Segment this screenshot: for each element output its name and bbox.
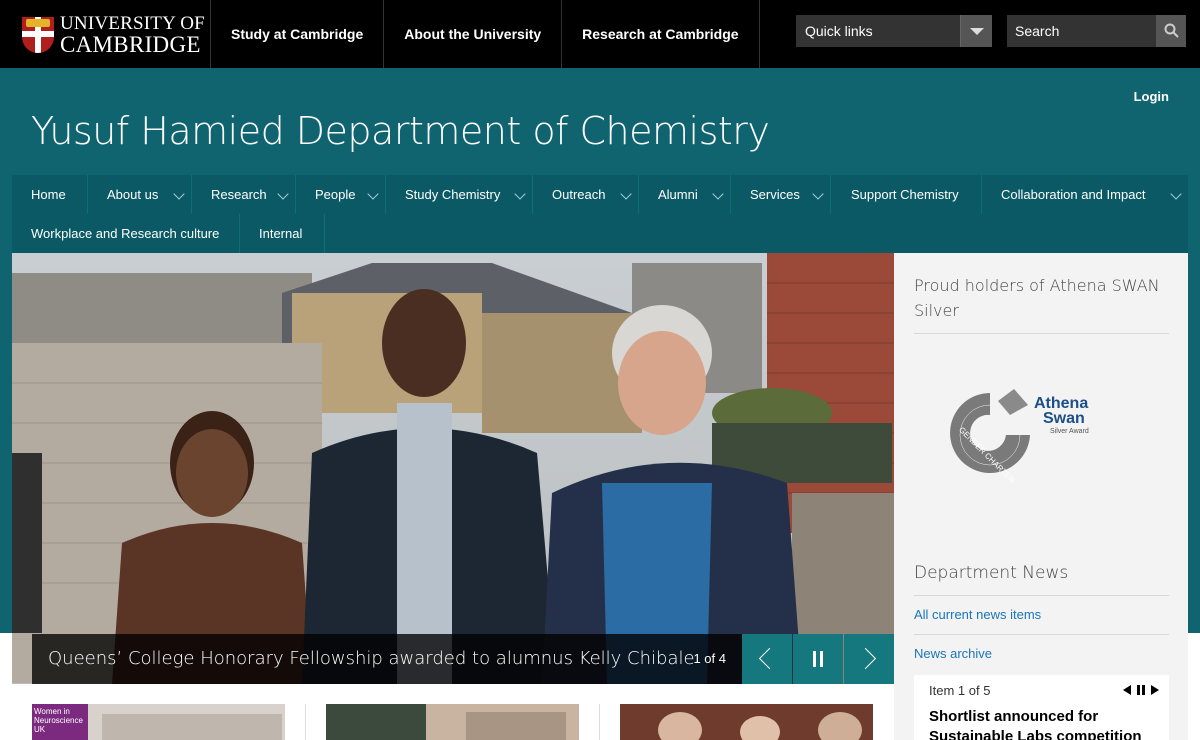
divider — [914, 634, 1169, 635]
quick-links-label: Quick links — [805, 23, 873, 39]
news-item-counter: Item 1 of 5 — [929, 683, 991, 698]
main-nav: Home About us Research People Study Chem… — [12, 175, 1188, 253]
swan-word: Swan — [1043, 410, 1085, 427]
department-news-heading: Department News — [914, 563, 1069, 583]
carousel-next-button[interactable] — [844, 634, 894, 684]
news-thumbnail[interactable] — [620, 704, 873, 740]
athena-swan-heading: Proud holders of Athena SWAN Silver — [914, 276, 1160, 320]
carousel-caption[interactable]: Queens’ College Honorary Fellowship awar… — [32, 634, 742, 684]
carousel-photo[interactable] — [12, 253, 894, 684]
top-nav-about[interactable]: About the University — [383, 0, 561, 68]
top-nav-study[interactable]: Study at Cambridge — [210, 0, 383, 68]
carousel-caption-text[interactable]: Queens’ College Honorary Fellowship awar… — [48, 648, 695, 669]
nav-research[interactable]: Research — [192, 175, 296, 214]
news-archive-link[interactable]: News archive — [914, 646, 992, 661]
nav-outreach[interactable]: Outreach — [533, 175, 639, 214]
search-input[interactable] — [1007, 15, 1157, 47]
carousel-counter: 1 of 4 — [693, 651, 726, 666]
carousel-pause-button[interactable] — [793, 634, 843, 684]
divider — [914, 595, 1169, 596]
nav-internal[interactable]: Internal — [240, 214, 325, 253]
news-ticker: Item 1 of 5 Shortlist announced for Sust… — [914, 675, 1169, 740]
news-thumbnail[interactable] — [326, 704, 579, 740]
nav-support-chemistry[interactable]: Support Chemistry — [831, 175, 982, 214]
top-nav-research[interactable]: Research at Cambridge — [561, 0, 760, 68]
login-link[interactable]: Login — [1134, 89, 1169, 104]
divider — [305, 704, 306, 740]
cambridge-crest-icon — [22, 17, 54, 53]
search-box — [1007, 15, 1186, 47]
nav-services[interactable]: Services — [731, 175, 831, 214]
prev-icon[interactable] — [1123, 685, 1131, 695]
divider — [599, 704, 600, 740]
all-news-link[interactable]: All current news items — [914, 607, 1041, 622]
nav-home[interactable]: Home — [12, 175, 88, 214]
news-thumbnail[interactable]: Women in Neuroscience UK — [32, 704, 285, 740]
search-icon — [1164, 23, 1179, 38]
silver-award-text: Silver Award — [1050, 428, 1089, 435]
sidebar: Proud holders of Athena SWAN Silver Athe… — [894, 253, 1188, 740]
nav-workplace-culture[interactable]: Workplace and Research culture — [12, 214, 240, 253]
thumbnail-badge: Women in Neuroscience UK — [32, 704, 88, 740]
quick-links-dropdown[interactable]: Quick links — [796, 15, 992, 47]
nav-people[interactable]: People — [296, 175, 386, 214]
news-carousel: Queens’ College Honorary Fellowship awar… — [12, 253, 894, 684]
nav-collaboration-impact[interactable]: Collaboration and Impact — [982, 175, 1188, 214]
nav-alumni[interactable]: Alumni — [639, 175, 731, 214]
nav-study-chemistry[interactable]: Study Chemistry — [386, 175, 533, 214]
carousel-prev-button[interactable] — [742, 634, 792, 684]
university-logo[interactable]: UNIVERSITY OF CAMBRIDGE — [22, 14, 205, 56]
pause-icon — [813, 651, 816, 667]
divider — [914, 333, 1169, 334]
next-icon[interactable] — [1151, 685, 1159, 695]
chevron-down-icon[interactable] — [960, 15, 992, 47]
pause-icon[interactable] — [1137, 685, 1145, 695]
logo-line-1: UNIVERSITY OF — [60, 13, 205, 34]
logo-line-2: CAMBRIDGE — [60, 32, 201, 57]
search-button[interactable] — [1156, 15, 1186, 47]
nav-about-us[interactable]: About us — [88, 175, 192, 214]
top-nav: Study at Cambridge About the University … — [210, 0, 760, 68]
news-item-title[interactable]: Shortlist announced for Sustainable Labs… — [929, 707, 1159, 740]
page-title[interactable]: Yusuf Hamied Department of Chemistry — [31, 109, 770, 153]
athena-swan-logo[interactable]: Athena Swan Silver Award GENDER CHARTER — [944, 383, 1104, 483]
global-header: UNIVERSITY OF CAMBRIDGE Study at Cambrid… — [0, 0, 1200, 68]
